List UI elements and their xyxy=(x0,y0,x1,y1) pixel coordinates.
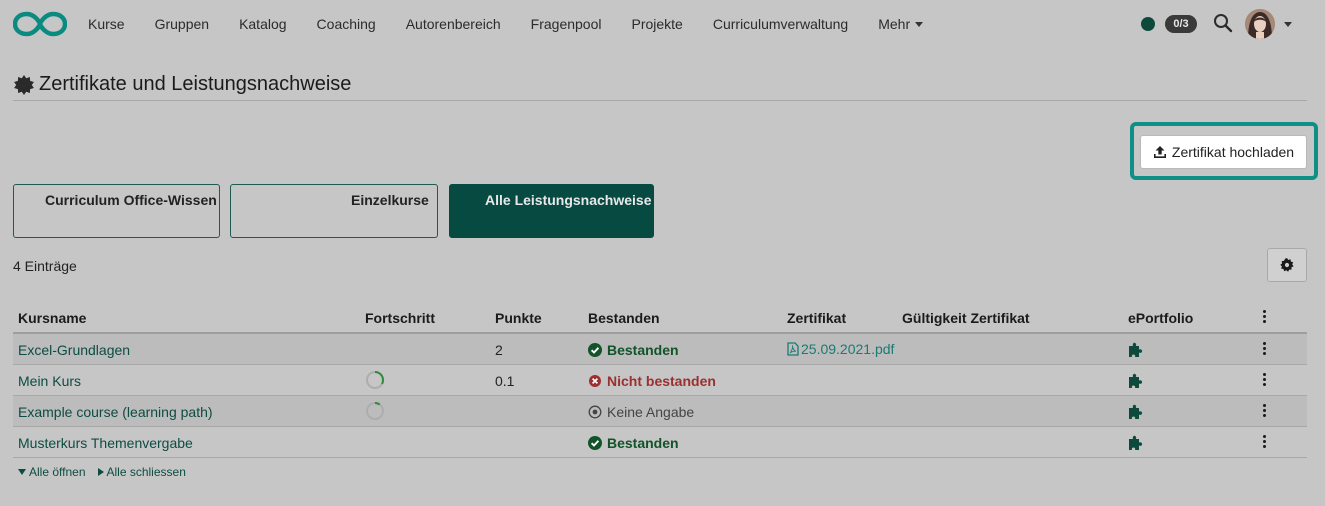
puzzle-piece-icon[interactable] xyxy=(1128,433,1146,454)
top-navbar: Kurse Gruppen Katalog Coaching Autorenbe… xyxy=(0,0,1325,48)
entries-count: 4 Einträge xyxy=(13,258,77,274)
check-circle-icon xyxy=(588,436,602,450)
status-label: Bestanden xyxy=(607,435,679,451)
expand-all-link[interactable]: Alle öffnen xyxy=(18,465,86,479)
gear-badge-icon xyxy=(14,74,34,95)
progress-ring-icon xyxy=(366,402,384,420)
user-menu-chevron-icon[interactable] xyxy=(1284,22,1292,27)
nav-item-projekte[interactable]: Projekte xyxy=(631,16,682,32)
upload-icon xyxy=(1153,146,1166,158)
course-link[interactable]: Excel-Grundlagen xyxy=(18,342,130,358)
status-failed: Nicht bestanden xyxy=(588,373,716,389)
notification-count-badge[interactable]: 0/3 xyxy=(1165,15,1197,33)
column-header-kursname[interactable]: Kursname xyxy=(18,310,86,326)
table-row: Excel-Grundlagen 2 Bestanden 25.09.2021.… xyxy=(13,334,1307,365)
puzzle-piece-icon[interactable] xyxy=(1128,340,1146,361)
title-divider xyxy=(13,100,1307,101)
puzzle-piece-icon[interactable] xyxy=(1128,402,1146,423)
nav-item-fragenpool[interactable]: Fragenpool xyxy=(531,16,602,32)
progress-ring-icon xyxy=(366,371,384,389)
nav-item-autorenbereich[interactable]: Autorenbereich xyxy=(406,16,501,32)
table-settings-button[interactable] xyxy=(1267,248,1307,282)
column-header-fortschritt[interactable]: Fortschritt xyxy=(365,310,435,326)
avatar-image-icon xyxy=(1245,9,1275,39)
nav-item-kurse[interactable]: Kurse xyxy=(88,16,125,32)
upload-certificate-button[interactable]: Zertifikat hochladen xyxy=(1140,135,1307,169)
certificate-filename: 25.09.2021.pdf xyxy=(801,341,895,357)
check-circle-icon xyxy=(588,343,602,357)
page-title: Zertifikate und Leistungsnachweise xyxy=(13,73,351,96)
row-actions-kebab-icon[interactable] xyxy=(1260,404,1269,417)
status-passed: Bestanden xyxy=(588,435,679,451)
main-navigation: Kurse Gruppen Katalog Coaching Autorenbe… xyxy=(88,0,953,48)
row-actions-kebab-icon[interactable] xyxy=(1260,435,1269,448)
row-toggle-links: Alle öffnen Alle schliessen xyxy=(18,465,186,479)
nav-more-label: Mehr xyxy=(878,16,911,32)
points-value: 2 xyxy=(495,342,503,358)
collapse-all-link[interactable]: Alle schliessen xyxy=(97,465,186,479)
row-actions-kebab-icon[interactable] xyxy=(1260,373,1269,386)
table-row: Example course (learning path) Keine Ang… xyxy=(13,396,1307,427)
tile-label: Einzelkurse xyxy=(351,192,429,208)
gear-icon xyxy=(1280,258,1294,272)
column-header-zertifikat[interactable]: Zertifikat xyxy=(787,310,846,326)
nav-item-coaching[interactable]: Coaching xyxy=(317,16,376,32)
column-header-gueltigkeit[interactable]: Gültigkeit Zertifikat xyxy=(902,310,1030,326)
pdf-file-icon xyxy=(787,342,799,356)
cross-circle-icon xyxy=(589,375,601,387)
search-icon[interactable] xyxy=(1213,13,1233,33)
upload-certificate-label: Zertifikat hochladen xyxy=(1171,144,1295,160)
puzzle-piece-icon[interactable] xyxy=(1128,371,1146,392)
column-header-eportfolio[interactable]: ePortfolio xyxy=(1128,310,1193,326)
row-actions-kebab-icon[interactable] xyxy=(1260,342,1269,355)
table-row: Musterkurs Themenvergabe Bestanden xyxy=(13,427,1307,458)
expand-all-label: Alle öffnen xyxy=(29,465,86,479)
nav-more-dropdown[interactable]: Mehr xyxy=(878,16,924,32)
table-row: Mein Kurs 0.1 Nicht bestanden xyxy=(13,365,1307,396)
column-options-kebab-icon[interactable] xyxy=(1260,310,1269,323)
tile-einzelkurse[interactable]: Einzelkurse xyxy=(230,184,438,238)
dot-circle-icon xyxy=(588,405,602,419)
status-label: Bestanden xyxy=(607,342,679,358)
nav-item-curriculumverwaltung[interactable]: Curriculumverwaltung xyxy=(713,16,848,32)
status-unknown: Keine Angabe xyxy=(588,404,694,420)
chevron-down-icon xyxy=(915,21,924,27)
course-link[interactable]: Musterkurs Themenvergabe xyxy=(18,435,193,451)
course-link[interactable]: Example course (learning path) xyxy=(18,404,213,420)
status-label: Keine Angabe xyxy=(607,404,695,420)
status-passed: Bestanden xyxy=(588,342,679,358)
column-header-punkte[interactable]: Punkte xyxy=(495,310,542,326)
tile-label: Alle Leistungsnachweise xyxy=(485,192,652,208)
user-avatar[interactable] xyxy=(1245,9,1275,39)
nav-item-katalog[interactable]: Katalog xyxy=(239,16,286,32)
status-label: Nicht bestanden xyxy=(607,373,716,389)
caret-down-icon xyxy=(18,469,26,475)
column-header-bestanden[interactable]: Bestanden xyxy=(588,310,660,326)
online-status-icon[interactable] xyxy=(1141,17,1155,31)
caret-right-icon xyxy=(97,468,104,476)
tile-alle-leistungsnachweise[interactable]: Alle Leistungsnachweise xyxy=(449,184,654,238)
infinity-logo-icon[interactable] xyxy=(13,10,67,38)
certificate-pdf-link[interactable]: 25.09.2021.pdf xyxy=(787,341,894,357)
tile-label: Curriculum Office-Wissen xyxy=(45,192,217,208)
tile-curriculum-office-wissen[interactable]: Curriculum Office-Wissen xyxy=(13,184,220,238)
nav-item-gruppen[interactable]: Gruppen xyxy=(155,16,209,32)
points-value: 0.1 xyxy=(495,373,515,389)
page-title-text: Zertifikate und Leistungsnachweise xyxy=(39,73,352,95)
course-link[interactable]: Mein Kurs xyxy=(18,373,81,389)
collapse-all-label: Alle schliessen xyxy=(106,465,186,479)
